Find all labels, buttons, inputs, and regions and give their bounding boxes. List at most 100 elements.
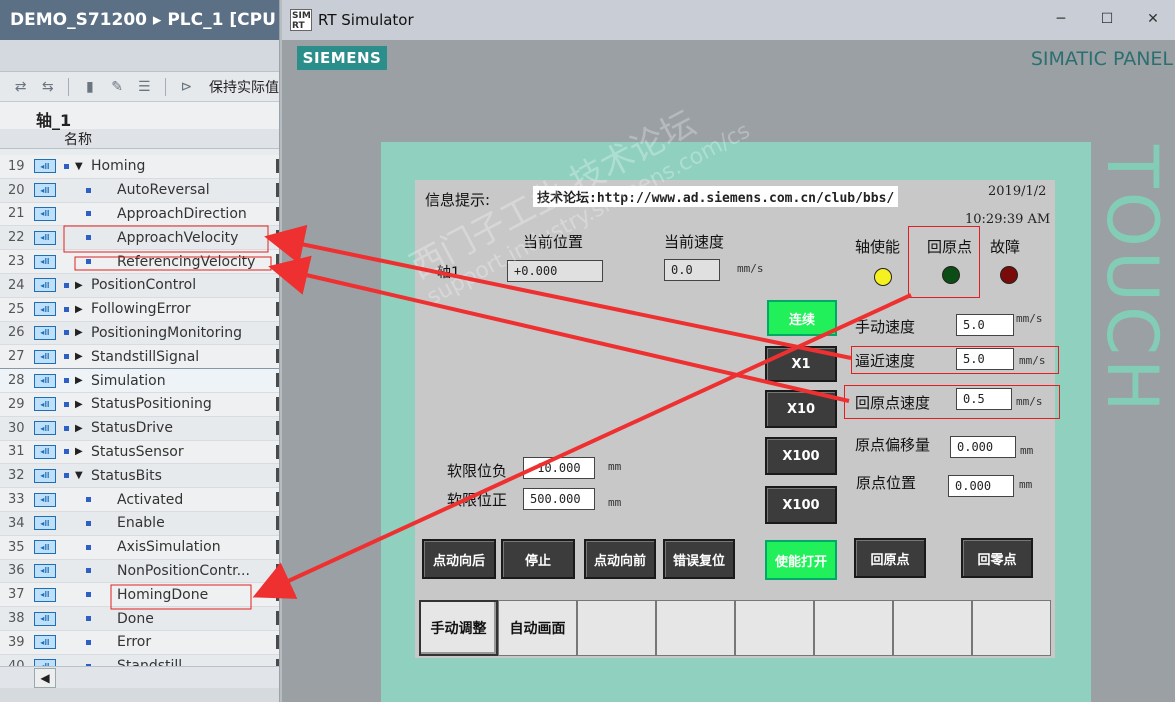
table-row[interactable]: 31 ◂Ⅲ ▶ StatusSensor (0, 440, 279, 465)
tab-empty-6[interactable] (814, 600, 893, 656)
table-row[interactable]: 19 ◂Ⅲ ▼ Homing (0, 155, 279, 179)
row-number: 31 (8, 444, 25, 460)
table-row[interactable]: 21 ◂Ⅲ ApproachDirection (0, 202, 279, 227)
expand-triangle-icon[interactable]: ▶ (75, 446, 91, 457)
list-icon[interactable]: ☰ (134, 78, 155, 96)
x10-button[interactable]: X10 (765, 390, 837, 428)
table-row[interactable]: 32 ◂Ⅲ ▼ StatusBits (0, 464, 279, 489)
table-row[interactable]: 34 ◂Ⅲ Enable (0, 511, 279, 536)
tia-status-strip (0, 688, 279, 702)
table-row[interactable]: 22 ◂Ⅲ ApproachVelocity (0, 226, 279, 251)
enable-on-button[interactable]: 使能打开 (765, 540, 837, 580)
table-row[interactable]: 30 ◂Ⅲ ▶ StatusDrive (0, 416, 279, 441)
home-offset-unit: mm (1020, 444, 1034, 457)
approach-speed-field[interactable]: 5.0 (956, 348, 1014, 370)
minimize-icon[interactable]: ─ (1049, 8, 1073, 30)
home-offset-field[interactable]: 0.000 (950, 436, 1016, 458)
soft-limit-positive-field[interactable]: 500.000 (523, 488, 595, 510)
home-button[interactable]: 回原点 (854, 538, 926, 578)
table-row[interactable]: 28 ◂Ⅲ ▶ Simulation (0, 368, 279, 394)
variable-name: StatusBits (91, 467, 162, 484)
current-speed-unit: mm/s (737, 262, 764, 275)
row-number: 34 (8, 515, 25, 531)
member-bullet-icon (86, 187, 91, 193)
table-row[interactable]: 38 ◂Ⅲ Done (0, 607, 279, 631)
homing-speed-label: 回原点速度 (855, 394, 931, 412)
expand-triangle-icon[interactable]: ▶ (75, 423, 91, 434)
tab-empty-4[interactable] (656, 600, 735, 656)
row-number: 26 (8, 325, 25, 341)
name-column-header[interactable]: 名称 (64, 129, 92, 149)
keep-values-icon[interactable]: ⊳ (176, 78, 197, 96)
tab-empty-7[interactable] (893, 600, 972, 656)
expand-triangle-icon[interactable]: ▶ (75, 399, 91, 410)
table-row[interactable]: 33 ◂Ⅲ Activated (0, 488, 279, 512)
table-row[interactable]: 29 ◂Ⅲ ▶ StatusPositioning (0, 392, 279, 417)
soft-limit-negative-field[interactable]: -10.000 (523, 457, 595, 479)
jog-backward-button[interactable]: 点动向后 (422, 539, 496, 579)
snapshot-icon[interactable]: ▮ (79, 78, 100, 96)
return-zero-button[interactable]: 回零点 (961, 538, 1033, 578)
toolbar-divider (68, 77, 70, 96)
table-row[interactable]: 20 ◂Ⅲ AutoReversal (0, 178, 279, 203)
variable-name: FollowingError (91, 301, 191, 318)
expand-triangle-icon[interactable]: ▶ (75, 280, 91, 291)
expand-triangle-icon[interactable]: ▶ (75, 375, 91, 386)
io-type-icon: ◂Ⅲ (34, 468, 56, 483)
jog-forward-button[interactable]: 点动向前 (584, 539, 656, 579)
x100-second-button[interactable]: X100 (765, 486, 837, 524)
io-type-icon: ◂Ⅲ (34, 278, 56, 293)
current-position-label: 当前位置 (523, 233, 584, 251)
close-icon[interactable]: ✕ (1141, 8, 1165, 30)
table-row[interactable]: 35 ◂Ⅲ AxisSimulation (0, 535, 279, 560)
x1-button[interactable]: X1 (765, 346, 837, 382)
table-row[interactable]: 26 ◂Ⅲ ▶ PositioningMonitoring (0, 321, 279, 346)
io-type-icon: ◂Ⅲ (34, 254, 56, 269)
tab-empty-5[interactable] (735, 600, 814, 656)
monitor-icon[interactable]: ⇄ (10, 78, 31, 96)
maximize-icon[interactable]: ☐ (1095, 8, 1119, 30)
table-row[interactable]: 27 ◂Ⅲ ▶ StandstillSignal (0, 345, 279, 370)
expand-triangle-icon[interactable]: ▶ (75, 351, 91, 362)
collapse-triangle-icon[interactable]: ▼ (75, 161, 91, 172)
monitor-all-icon[interactable]: ⇆ (37, 78, 58, 96)
continuous-button[interactable]: 连续 (767, 300, 837, 336)
home-position-field[interactable]: 0.000 (948, 475, 1014, 497)
tab-empty-3[interactable] (577, 600, 656, 656)
struct-bullet-icon (64, 306, 69, 312)
scroll-left-icon[interactable]: ◀ (34, 668, 56, 688)
manual-speed-field[interactable]: 5.0 (956, 314, 1014, 336)
table-row[interactable]: 36 ◂Ⅲ NonPositionContr... (0, 559, 279, 584)
table-row[interactable]: 24 ◂Ⅲ ▶ PositionControl (0, 273, 279, 298)
simulator-app-icon: SIM RT (290, 9, 312, 31)
variable-name: Done (117, 610, 154, 627)
variable-name: PositionControl (91, 277, 197, 294)
variable-name: Homing (91, 158, 146, 175)
time-display: 10:29:39 AM (965, 212, 1051, 227)
variable-name: HomingDone (117, 586, 209, 603)
horizontal-scrollbar[interactable]: ◀ (0, 666, 279, 688)
member-bullet-icon (86, 520, 91, 526)
error-reset-button[interactable]: 错误复位 (663, 539, 735, 579)
simulator-titlebar[interactable]: SIM RT RT Simulator ─ ☐ ✕ (282, 0, 1175, 40)
edit-icon[interactable]: ✎ (106, 78, 127, 96)
row-number: 29 (8, 396, 25, 412)
x100-button[interactable]: X100 (765, 437, 837, 475)
homing-speed-field[interactable]: 0.5 (956, 388, 1012, 410)
expand-triangle-icon[interactable]: ▶ (75, 304, 91, 315)
collapse-triangle-icon[interactable]: ▼ (75, 470, 91, 481)
table-row[interactable]: 37 ◂Ⅲ HomingDone (0, 583, 279, 608)
expand-triangle-icon[interactable]: ▶ (75, 327, 91, 338)
struct-bullet-icon (64, 282, 69, 288)
tab-auto-screen[interactable]: 自动画面 (498, 600, 577, 656)
tab-empty-8[interactable] (972, 600, 1051, 656)
io-type-icon: ◂Ⅲ (34, 540, 56, 555)
table-row[interactable]: 23 ◂Ⅲ ReferencingVelocity (0, 250, 279, 274)
table-row[interactable]: 39 ◂Ⅲ Error (0, 630, 279, 655)
stop-button[interactable]: 停止 (501, 539, 575, 579)
io-type-icon: ◂Ⅲ (34, 611, 56, 626)
current-speed-field: 0.0 (664, 259, 720, 281)
keep-actual-values-label[interactable]: 保持实际值 (209, 77, 279, 97)
tab-manual-adjust[interactable]: 手动调整 (419, 600, 498, 656)
table-row[interactable]: 25 ◂Ⅲ ▶ FollowingError (0, 297, 279, 322)
